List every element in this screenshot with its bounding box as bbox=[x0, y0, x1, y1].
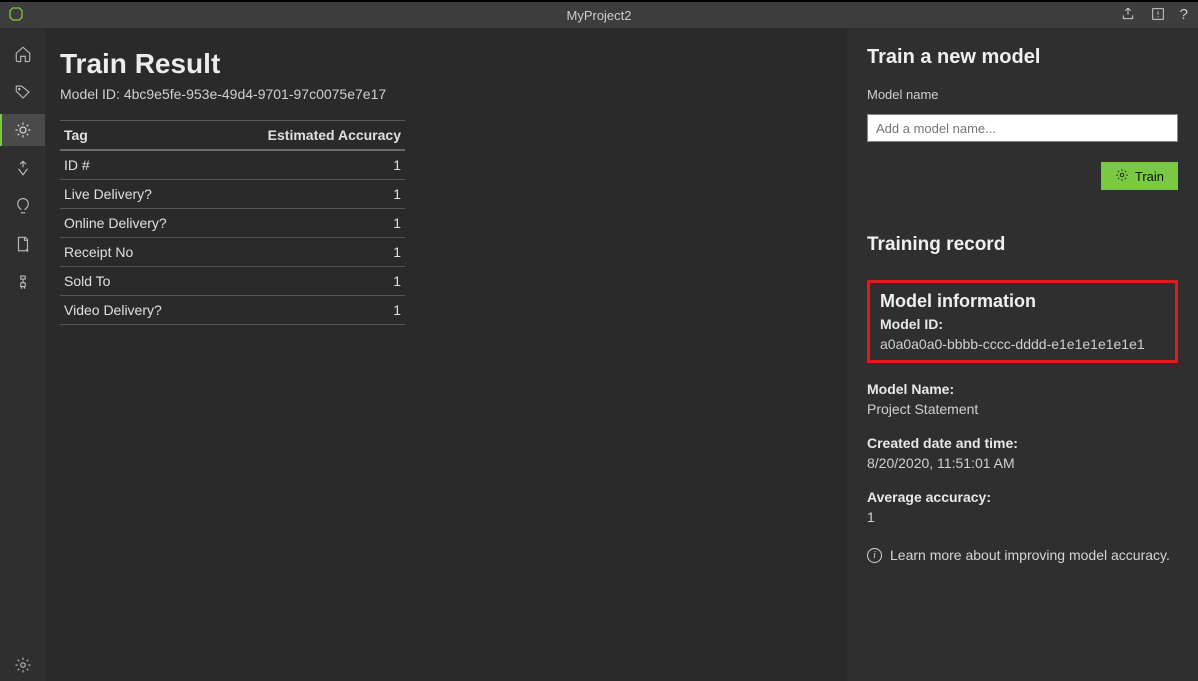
app-logo-icon bbox=[8, 6, 24, 25]
col-tag: Tag bbox=[60, 121, 212, 151]
feedback-icon[interactable] bbox=[1150, 6, 1166, 25]
table-row: Receipt No1 bbox=[60, 238, 405, 267]
created-key: Created date and time: bbox=[867, 435, 1178, 451]
avgacc-key: Average accuracy: bbox=[867, 489, 1178, 505]
help-icon[interactable]: ? bbox=[1180, 6, 1188, 25]
sidebar-item-tags[interactable] bbox=[0, 76, 45, 108]
table-row: Sold To1 bbox=[60, 267, 405, 296]
train-new-heading: Train a new model bbox=[867, 46, 1178, 69]
model-name-kv: Model Name: Project Statement bbox=[867, 371, 1178, 417]
page-title: Train Result bbox=[60, 48, 817, 80]
model-information-highlight: Model information Model ID: a0a0a0a0-bbb… bbox=[867, 280, 1178, 363]
training-record-heading: Training record bbox=[867, 234, 1178, 256]
title-bar: MyProject2 ? bbox=[0, 0, 1198, 28]
sidebar-item-settings[interactable] bbox=[0, 649, 45, 681]
model-id-label: Model ID: bbox=[880, 316, 1165, 332]
created-kv: Created date and time: 8/20/2020, 11:51:… bbox=[867, 425, 1178, 471]
model-info-heading: Model information bbox=[880, 291, 1165, 312]
sidebar-item-compose[interactable] bbox=[0, 152, 45, 184]
learn-more-link[interactable]: i Learn more about improving model accur… bbox=[867, 547, 1178, 563]
sidebar-item-home[interactable] bbox=[0, 38, 45, 70]
model-name-key: Model Name: bbox=[867, 381, 1178, 397]
train-button[interactable]: Train bbox=[1101, 162, 1178, 190]
info-icon: i bbox=[867, 548, 882, 563]
table-row: ID #1 bbox=[60, 150, 405, 180]
model-id-subheading: Model ID: 4bc9e5fe-953e-49d4-9701-97c007… bbox=[60, 86, 817, 102]
titlebar-actions: ? bbox=[1120, 6, 1198, 25]
table-row: Video Delivery?1 bbox=[60, 296, 405, 325]
sidebar-item-predict[interactable] bbox=[0, 190, 45, 222]
share-icon[interactable] bbox=[1120, 6, 1136, 25]
model-name-label: Model name bbox=[867, 87, 1178, 102]
sidebar bbox=[0, 28, 45, 681]
results-table: Tag Estimated Accuracy ID #1 Live Delive… bbox=[60, 120, 405, 325]
created-value: 8/20/2020, 11:51:01 AM bbox=[867, 455, 1178, 471]
model-name-input[interactable] bbox=[867, 114, 1178, 142]
model-id-value: 4bc9e5fe-953e-49d4-9701-97c0075e7e17 bbox=[124, 86, 386, 102]
sidebar-item-train[interactable] bbox=[0, 114, 45, 146]
col-accuracy: Estimated Accuracy bbox=[212, 121, 405, 151]
sidebar-item-document[interactable] bbox=[0, 228, 45, 260]
train-gear-icon bbox=[1115, 168, 1129, 185]
sidebar-item-connections[interactable] bbox=[0, 266, 45, 298]
window-title: MyProject2 bbox=[0, 8, 1198, 23]
table-row: Live Delivery?1 bbox=[60, 180, 405, 209]
model-name-value: Project Statement bbox=[867, 401, 1178, 417]
avgacc-value: 1 bbox=[867, 509, 1178, 525]
avgacc-kv: Average accuracy: 1 bbox=[867, 479, 1178, 525]
right-panel: Train a new model Model name Train Train… bbox=[847, 28, 1198, 681]
table-row: Online Delivery?1 bbox=[60, 209, 405, 238]
main-content: Train Result Model ID: 4bc9e5fe-953e-49d… bbox=[45, 28, 847, 681]
model-id-record-value: a0a0a0a0-bbbb-cccc-dddd-e1e1e1e1e1e1 bbox=[880, 336, 1165, 352]
